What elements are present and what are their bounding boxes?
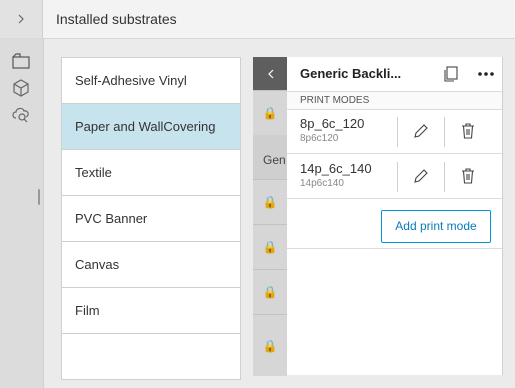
substrate-item-canvas[interactable]: Canvas xyxy=(62,242,240,288)
substrate-detail-panel: Generic Backli... PRINT MODES 8p_6c_120 … xyxy=(287,57,503,375)
divider xyxy=(397,117,398,147)
lock-icon: 🔒 xyxy=(253,179,287,224)
substrate-item-pvc-banner[interactable]: PVC Banner xyxy=(62,196,240,242)
divider xyxy=(397,162,398,192)
cloud-search-icon[interactable] xyxy=(11,105,31,123)
lock-icon: 🔒 xyxy=(253,314,287,376)
copy-icon[interactable] xyxy=(444,66,458,82)
edit-pencil-icon[interactable] xyxy=(412,167,430,185)
lock-icon: 🔒 xyxy=(253,224,287,269)
print-mode-row[interactable]: 14p_6c_140 14p6c140 xyxy=(287,154,502,199)
substrate-item-textile[interactable]: Textile xyxy=(62,150,240,196)
substrate-category-list: Self-Adhesive Vinyl Paper and WallCoveri… xyxy=(61,57,241,380)
more-options-icon[interactable] xyxy=(477,66,495,82)
chevron-right-icon xyxy=(18,14,24,24)
top-bar: Installed substrates xyxy=(0,0,515,39)
collapse-panel-button[interactable] xyxy=(253,57,287,90)
print-mode-row[interactable]: 8p_6c_120 8p6c120 xyxy=(287,109,502,154)
lock-icon: 🔒 xyxy=(253,269,287,314)
substrate-sub-strip: 🔒 Gen 🔒 🔒 🔒 🔒 xyxy=(253,57,287,376)
expand-button[interactable] xyxy=(0,0,43,38)
sidebar xyxy=(0,39,44,388)
substrate-item-empty xyxy=(62,334,240,379)
print-mode-name: 8p_6c_120 xyxy=(300,116,365,131)
sidebar-resize-handle[interactable] xyxy=(38,189,40,205)
substrate-roll-icon[interactable] xyxy=(11,53,31,71)
substrate-item-paper-and-wallcovering[interactable]: Paper and WallCovering xyxy=(62,104,240,150)
divider xyxy=(444,117,445,147)
print-mode-name: 14p_6c_140 xyxy=(300,161,372,176)
add-print-mode-button[interactable]: Add print mode xyxy=(381,210,491,243)
page-title: Installed substrates xyxy=(56,11,177,27)
trash-icon[interactable] xyxy=(460,122,476,140)
trash-icon[interactable] xyxy=(460,167,476,185)
divider xyxy=(287,248,502,249)
substrate-item-self-adhesive-vinyl[interactable]: Self-Adhesive Vinyl xyxy=(62,58,240,104)
print-modes-section-label: PRINT MODES xyxy=(287,91,502,110)
strip-partial-label: Gen xyxy=(263,153,286,167)
print-mode-id: 8p6c120 xyxy=(300,133,339,144)
substrate-item-film[interactable]: Film xyxy=(62,288,240,334)
package-icon[interactable] xyxy=(11,79,31,97)
print-mode-id: 14p6c140 xyxy=(300,178,344,189)
divider xyxy=(444,162,445,192)
panel-header: Generic Backli... xyxy=(287,57,502,91)
substrate-title: Generic Backli... xyxy=(300,66,402,81)
lock-icon: 🔒 xyxy=(253,90,287,135)
chevron-left-icon xyxy=(267,69,273,78)
edit-pencil-icon[interactable] xyxy=(412,122,430,140)
